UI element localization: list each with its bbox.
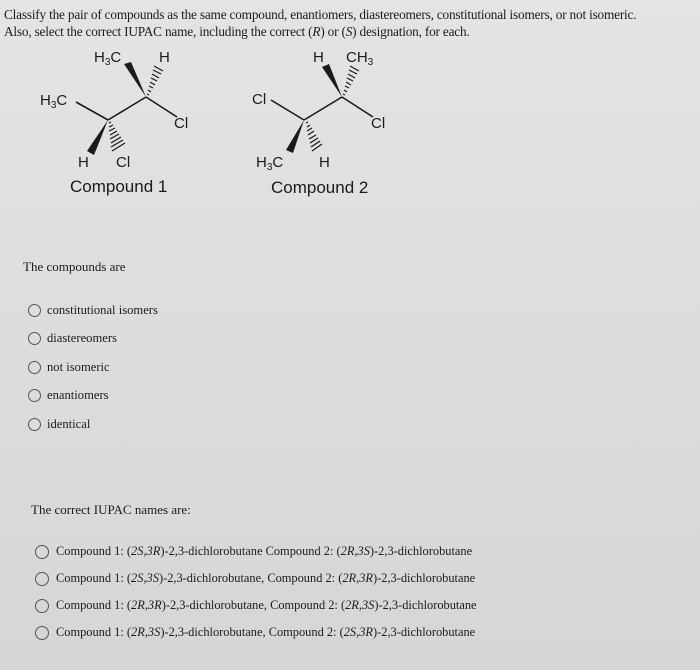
c1-top-methyl-label: H3C bbox=[94, 49, 121, 68]
compound-2-drawing: H CH3 Cl Cl H3C H Compound 2 bbox=[252, 49, 385, 197]
wedge-c2-h bbox=[87, 120, 108, 155]
iupac-option-2[interactable]: Compound 1: (2S,3S)-2,3-dichlorobutane, … bbox=[35, 565, 477, 592]
c1-right-cl-label: Cl bbox=[174, 115, 188, 132]
radio-button[interactable] bbox=[28, 417, 41, 431]
option-label: enantiomers bbox=[47, 388, 109, 403]
prompt-line-2-text: Also, select the correct IUPAC name, inc… bbox=[4, 24, 470, 39]
compound-1-caption: Compound 1 bbox=[70, 177, 167, 196]
option-constitutional-isomers[interactable]: constitutional isomers bbox=[28, 296, 158, 325]
option-enantiomers[interactable]: enantiomers bbox=[28, 382, 158, 411]
prompt-line-2: Also, select the correct IUPAC name, inc… bbox=[4, 23, 636, 40]
bond-methyl-c2 bbox=[75, 101, 109, 121]
c2-left-cl-label: Cl bbox=[252, 91, 266, 108]
option-label: Compound 1: (2S,3S)-2,3-dichlorobutane, … bbox=[56, 571, 476, 585]
option-diastereomers[interactable]: diastereomers bbox=[28, 325, 158, 354]
hash-c2-h bbox=[305, 121, 323, 152]
radio-button[interactable] bbox=[28, 332, 41, 346]
hash-c3-methyl bbox=[342, 65, 360, 96]
radio-button[interactable] bbox=[28, 360, 41, 374]
radio-button[interactable] bbox=[35, 598, 49, 613]
c2-bottom-h-label: H bbox=[319, 154, 330, 171]
option-label: Compound 1: (2S,3R)-2,3-dichlorobutane C… bbox=[56, 544, 473, 558]
bond-c3-cl bbox=[145, 96, 178, 118]
classification-options: constitutional isomers diastereomers not… bbox=[28, 296, 158, 439]
iupac-option-4[interactable]: Compound 1: (2R,3S)-2,3-dichlorobutane, … bbox=[35, 619, 477, 646]
wedge-c2-methyl bbox=[286, 120, 304, 153]
c1-top-h-label: H bbox=[159, 49, 170, 66]
radio-button[interactable] bbox=[35, 625, 49, 640]
iupac-label: The correct IUPAC names are: bbox=[31, 502, 191, 517]
c2-top-h-label: H bbox=[313, 49, 324, 66]
bond-c2-c3 bbox=[303, 96, 343, 121]
c1-bottom-cl-label: Cl bbox=[116, 154, 130, 171]
c2-right-cl-label: Cl bbox=[371, 115, 385, 132]
iupac-option-3[interactable]: Compound 1: (2R,3R)-2,3-dichlorobutane, … bbox=[35, 592, 477, 619]
prompt-line-1: Classify the pair of compounds as the sa… bbox=[4, 7, 637, 22]
bond-cl-c2 bbox=[270, 99, 305, 121]
bond-c2-c3 bbox=[107, 96, 147, 121]
compound-1-structure: H3C H H3C Cl H Cl Compound 1 bbox=[20, 40, 220, 210]
option-label: constitutional isomers bbox=[47, 302, 158, 317]
hash-c2-cl bbox=[108, 121, 126, 152]
option-label: identical bbox=[47, 416, 91, 431]
radio-button[interactable] bbox=[35, 544, 49, 559]
question-prompt: Classify the pair of compounds as the sa… bbox=[4, 6, 637, 40]
radio-button[interactable] bbox=[35, 571, 49, 586]
option-label: diastereomers bbox=[47, 331, 117, 346]
c1-left-methyl-label: H3C bbox=[40, 92, 67, 111]
option-identical[interactable]: identical bbox=[28, 410, 158, 439]
iupac-option-1[interactable]: Compound 1: (2S,3R)-2,3-dichlorobutane C… bbox=[35, 538, 477, 565]
classification-label: The compounds are bbox=[23, 259, 126, 274]
c1-bottom-h-label: H bbox=[78, 154, 89, 171]
iupac-options: Compound 1: (2S,3R)-2,3-dichlorobutane C… bbox=[35, 538, 477, 646]
option-label: Compound 1: (2R,3R)-2,3-dichlorobutane, … bbox=[56, 598, 477, 612]
compound-2-structure: H CH3 Cl Cl H3C H Compound 2 bbox=[230, 40, 430, 210]
wedge-c3-methyl bbox=[124, 62, 146, 97]
c2-top-methyl-label: CH3 bbox=[346, 49, 374, 68]
radio-button[interactable] bbox=[28, 303, 41, 317]
option-label: not isomeric bbox=[47, 359, 110, 374]
bond-c3-cl bbox=[341, 96, 374, 118]
wedge-c3-h bbox=[322, 64, 342, 97]
compound-1-drawing: H3C H H3C Cl H Cl Compound 1 bbox=[40, 49, 188, 196]
c2-bottom-methyl-label: H3C bbox=[256, 154, 283, 173]
hash-c3-h bbox=[146, 65, 164, 96]
option-not-isomeric[interactable]: not isomeric bbox=[28, 353, 158, 382]
radio-button[interactable] bbox=[28, 389, 41, 403]
option-label: Compound 1: (2R,3S)-2,3-dichlorobutane, … bbox=[56, 625, 476, 639]
compound-2-caption: Compound 2 bbox=[271, 178, 368, 197]
